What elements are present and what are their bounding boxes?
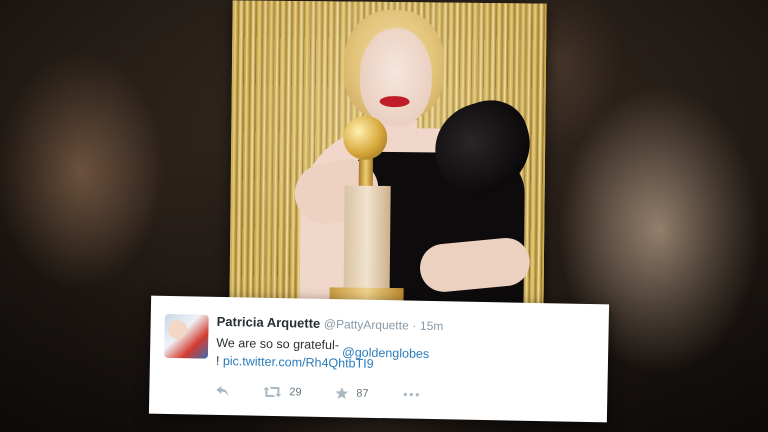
more-icon: [403, 392, 419, 397]
person-face: [359, 27, 433, 127]
user-handle[interactable]: @PattyArquette: [324, 317, 409, 333]
separator-dot: ·: [412, 318, 417, 333]
more-button[interactable]: [403, 392, 419, 397]
person-lips: [379, 95, 410, 108]
retweet-count: 29: [289, 386, 302, 399]
tweet-header: Patricia Arquette @PattyArquette · 15m: [217, 314, 599, 336]
tweet-card: Patricia Arquette @PattyArquette · 15m W…: [148, 295, 610, 423]
profile-avatar[interactable]: [163, 313, 209, 359]
trophy-pedestal: [343, 185, 391, 297]
reply-button[interactable]: [215, 385, 229, 397]
trophy-globe: [342, 115, 388, 160]
tweet-exclamation: !: [215, 353, 220, 368]
star-icon: [335, 387, 349, 399]
tweet-actions: 29 87: [215, 385, 587, 408]
pic-link[interactable]: pic.twitter.com/Rh4QhtbTI9: [223, 354, 374, 371]
retweet-icon: [263, 386, 282, 398]
tweet-text-second-line: ! pic.twitter.com/Rh4QhtbTI9: [216, 354, 374, 371]
tweet-timestamp[interactable]: 15m: [420, 319, 444, 333]
retweet-button[interactable]: 29: [263, 386, 302, 399]
tweet-photo[interactable]: [229, 0, 547, 316]
reply-icon: [215, 385, 229, 397]
display-name[interactable]: Patricia Arquette: [217, 314, 321, 331]
favorite-count: 87: [356, 387, 369, 400]
favorite-button[interactable]: 87: [335, 387, 369, 400]
